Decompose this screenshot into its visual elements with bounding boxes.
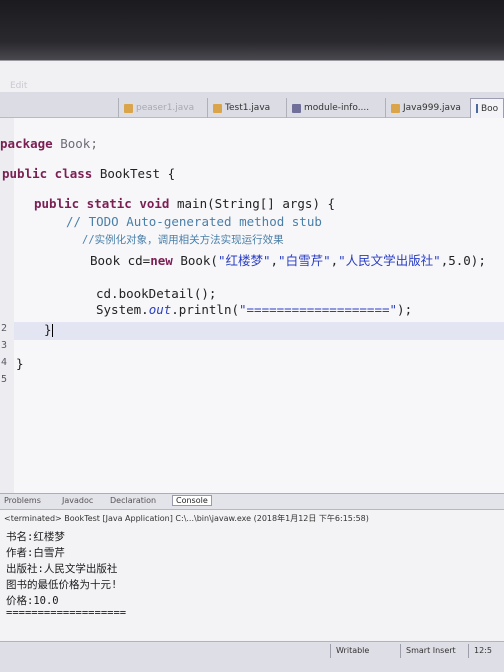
console-tab-strip: Problems Javadoc Declaration Console: [0, 494, 504, 510]
module-file-icon: [292, 103, 301, 113]
text-caret: [51, 324, 53, 337]
tab-java999[interactable]: Java999.java: [385, 98, 466, 118]
tab-label: peaser1.java: [136, 103, 195, 113]
status-separator: [330, 644, 331, 658]
tab-declaration[interactable]: Declaration: [110, 496, 156, 505]
line-number: 4: [1, 357, 8, 368]
terminated-status: <terminated> BookTest [Java Application]…: [4, 514, 369, 523]
code-line-todo-comment: // TODO Auto-generated method stub: [66, 214, 322, 229]
keyword: public static void: [34, 196, 170, 211]
tab-problems[interactable]: Problems: [4, 496, 41, 505]
code-text: ,: [270, 253, 279, 268]
tab-label: Java999.java: [403, 103, 461, 113]
tab-label: module-info....: [304, 103, 370, 113]
code-line-close-method: }: [44, 322, 53, 337]
status-cursor-position: 12:5: [474, 646, 492, 655]
string-literal: "人民文学出版社": [338, 253, 441, 268]
java-file-icon: [124, 103, 133, 113]
menu-ghost-text: Edit: [10, 81, 28, 91]
java-file-icon: [391, 103, 400, 113]
status-separator: [400, 644, 401, 658]
console-output-line: 图书的最低价格为十元!: [6, 579, 118, 591]
console-output-line: 出版社:人民文学出版社: [6, 563, 118, 575]
code-editor[interactable]: 2 3 4 5 package Book; public class BookT…: [0, 118, 504, 493]
tab-booktest[interactable]: Boo: [470, 98, 504, 118]
code-line-main: public static void main(String[] args) {: [34, 196, 335, 211]
tab-test1[interactable]: Test1.java: [207, 98, 275, 118]
current-line-highlight: [14, 322, 504, 340]
code-text: }: [44, 322, 52, 337]
code-line-class: public class BookTest {: [2, 166, 175, 181]
string-literal: "红楼梦": [217, 253, 271, 268]
code-text: Book cd=: [90, 253, 151, 268]
static-field: out: [148, 302, 172, 317]
status-separator: [468, 644, 469, 658]
code-line-println: System.out.println("==================="…: [96, 302, 412, 317]
tab-label: Boo: [481, 103, 499, 114]
line-number: 2: [1, 323, 8, 334]
status-insert-mode: Smart Insert: [406, 646, 456, 655]
status-bar: Writable Smart Insert 12:5: [0, 641, 504, 672]
java-file-icon: [213, 103, 222, 113]
line-number: 5: [1, 374, 8, 385]
code-line-new-book: Book cd=new Book("红楼梦","白雪芹","人民文学出版社",5…: [90, 250, 486, 269]
keyword: package: [0, 136, 53, 151]
code-line-book-detail: cd.bookDetail();: [96, 286, 217, 301]
code-line-package: package Book;: [0, 136, 98, 151]
console-output-line: 价格:10.0: [6, 595, 59, 607]
console-output-line: 作者:白雪芹: [6, 547, 65, 559]
console-output-line: 书名:红楼梦: [6, 531, 65, 543]
code-text: );: [397, 302, 413, 317]
status-writable: Writable: [336, 646, 370, 655]
tab-console[interactable]: Console: [172, 495, 212, 506]
console-panel: Problems Javadoc Declaration Console <te…: [0, 493, 504, 641]
tab-label: Test1.java: [225, 103, 271, 113]
keyword: public class: [2, 166, 93, 181]
code-text: .println(: [171, 302, 239, 317]
line-number: 3: [1, 340, 8, 351]
tab-javadoc[interactable]: Javadoc: [62, 496, 93, 505]
code-text: Book;: [52, 136, 98, 151]
window-menu-bar: Edit: [0, 60, 504, 92]
code-text: main(String[] args) {: [169, 196, 336, 211]
code-line-cn-comment: //实例化对象，调用相关方法实现运行效果: [82, 234, 284, 246]
tab-module-info[interactable]: module-info....: [286, 98, 374, 118]
code-line-close-class: }: [16, 356, 24, 371]
string-literal: "白雪芹": [278, 253, 331, 268]
code-text: System.: [96, 302, 149, 317]
keyword: new: [150, 253, 173, 268]
code-text: Book(: [172, 253, 218, 268]
monitor-bezel: [0, 0, 504, 60]
code-text: ,: [330, 253, 339, 268]
console-output-line: ===================: [6, 607, 127, 619]
editor-tab-strip: peaser1.java Test1.java module-info.... …: [0, 92, 504, 118]
code-text: ,5.0);: [440, 253, 486, 268]
java-file-icon: [476, 104, 478, 113]
code-text: BookTest {: [92, 166, 176, 181]
tab-peaser1[interactable]: peaser1.java: [118, 98, 199, 118]
string-literal: "===================": [239, 302, 398, 317]
